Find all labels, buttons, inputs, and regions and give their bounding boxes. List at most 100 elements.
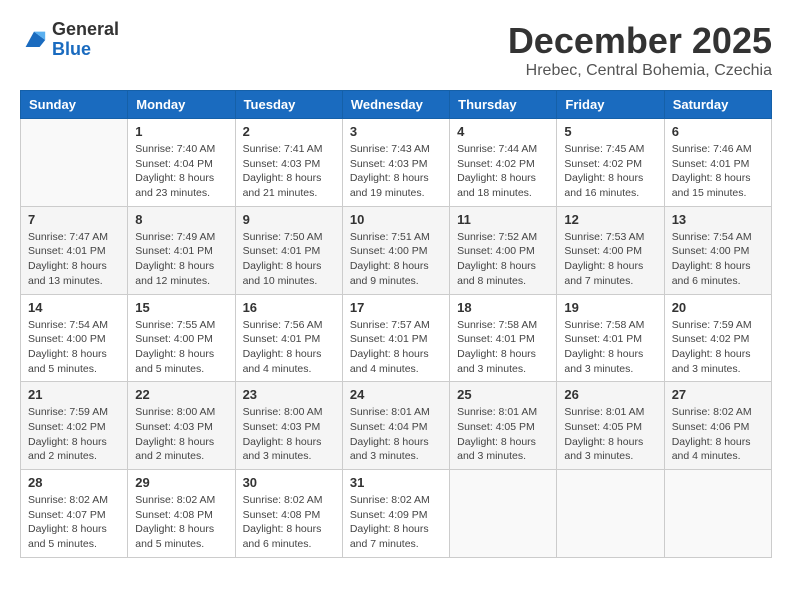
table-row: 25Sunrise: 8:01 AM Sunset: 4:05 PM Dayli… (450, 382, 557, 470)
day-number: 11 (457, 212, 549, 227)
table-row: 6Sunrise: 7:46 AM Sunset: 4:01 PM Daylig… (664, 119, 771, 207)
day-info: Sunrise: 7:59 AM Sunset: 4:02 PM Dayligh… (672, 318, 764, 377)
table-row: 12 Sunrise: 7:53 AM Sunset: 4:00 PM Dayli… (557, 206, 664, 294)
day-number: 20 (672, 300, 764, 315)
day-number: 14 (28, 300, 120, 315)
table-row: 7 Sunrise: 7:47 AM Sunset: 4:01 PM Daylig… (21, 206, 128, 294)
day-info: Sunrise: 7:43 AM Sunset: 4:03 PM Dayligh… (350, 142, 442, 201)
page-header: General Blue December 2025 Hrebec, Centr… (20, 20, 772, 80)
month-title: December 2025 (508, 20, 772, 62)
col-thursday: Thursday (450, 91, 557, 119)
day-number: 7 (28, 212, 120, 227)
calendar-week-row: 7 Sunrise: 7:47 AM Sunset: 4:01 PM Daylig… (21, 206, 772, 294)
day-info: Sunrise: 8:02 AM Sunset: 4:08 PM Dayligh… (135, 493, 227, 552)
logo-blue: Blue (52, 40, 119, 60)
day-number: 1 (135, 124, 227, 139)
table-row (21, 119, 128, 207)
day-number: 17 (350, 300, 442, 315)
day-number: 3 (350, 124, 442, 139)
day-info: Sunrise: 7:59 AM Sunset: 4:02 PM Dayligh… (28, 405, 120, 464)
table-row (557, 470, 664, 558)
table-row: 22 Sunrise: 8:00 AM Sunset: 4:03 PM Dayli… (128, 382, 235, 470)
day-info: Sunrise: 7:52 AM Sunset: 4:00 PM Dayligh… (457, 230, 549, 289)
table-row: 10 Sunrise: 7:51 AM Sunset: 4:00 PM Dayli… (342, 206, 449, 294)
table-row: 14Sunrise: 7:54 AM Sunset: 4:00 PM Dayli… (21, 294, 128, 382)
day-number: 6 (672, 124, 764, 139)
location-subtitle: Hrebec, Central Bohemia, Czechia (508, 62, 772, 80)
day-number: 9 (243, 212, 335, 227)
day-info: Sunrise: 8:01 AM Sunset: 4:04 PM Dayligh… (350, 405, 442, 464)
day-info: Sunrise: 8:00 AM Sunset: 4:03 PM Dayligh… (135, 405, 227, 464)
day-number: 19 (564, 300, 656, 315)
day-info: Sunrise: 7:57 AM Sunset: 4:01 PM Dayligh… (350, 318, 442, 377)
col-friday: Friday (557, 91, 664, 119)
day-info: Sunrise: 7:51 AM Sunset: 4:00 PM Dayligh… (350, 230, 442, 289)
day-info: Sunrise: 8:01 AM Sunset: 4:05 PM Dayligh… (564, 405, 656, 464)
logo: General Blue (20, 20, 119, 60)
day-number: 10 (350, 212, 442, 227)
day-info: Sunrise: 8:02 AM Sunset: 4:07 PM Dayligh… (28, 493, 120, 552)
day-info: Sunrise: 7:56 AM Sunset: 4:01 PM Dayligh… (243, 318, 335, 377)
day-info: Sunrise: 8:02 AM Sunset: 4:09 PM Dayligh… (350, 493, 442, 552)
table-row: 17 Sunrise: 7:57 AM Sunset: 4:01 PM Dayli… (342, 294, 449, 382)
table-row: 29 Sunrise: 8:02 AM Sunset: 4:08 PM Dayli… (128, 470, 235, 558)
table-row: 8 Sunrise: 7:49 AM Sunset: 4:01 PM Daylig… (128, 206, 235, 294)
table-row: 1 Sunrise: 7:40 AM Sunset: 4:04 PM Daylig… (128, 119, 235, 207)
day-number: 29 (135, 475, 227, 490)
table-row: 30Sunrise: 8:02 AM Sunset: 4:08 PM Dayli… (235, 470, 342, 558)
day-info: Sunrise: 7:58 AM Sunset: 4:01 PM Dayligh… (457, 318, 549, 377)
logo-general: General (52, 20, 119, 40)
title-block: December 2025 Hrebec, Central Bohemia, C… (508, 20, 772, 80)
day-number: 12 (564, 212, 656, 227)
day-number: 2 (243, 124, 335, 139)
day-info: Sunrise: 7:54 AM Sunset: 4:00 PM Dayligh… (672, 230, 764, 289)
table-row: 31 Sunrise: 8:02 AM Sunset: 4:09 PM Dayli… (342, 470, 449, 558)
day-info: Sunrise: 8:01 AM Sunset: 4:05 PM Dayligh… (457, 405, 549, 464)
calendar-table: Sunday Monday Tuesday Wednesday Thursday… (20, 90, 772, 558)
day-info: Sunrise: 7:55 AM Sunset: 4:00 PM Dayligh… (135, 318, 227, 377)
day-number: 21 (28, 387, 120, 402)
day-number: 18 (457, 300, 549, 315)
table-row: 5Sunrise: 7:45 AM Sunset: 4:02 PM Daylig… (557, 119, 664, 207)
table-row: 2 Sunrise: 7:41 AM Sunset: 4:03 PM Daylig… (235, 119, 342, 207)
day-number: 15 (135, 300, 227, 315)
logo-text: General Blue (52, 20, 119, 60)
calendar-week-row: 14Sunrise: 7:54 AM Sunset: 4:00 PM Dayli… (21, 294, 772, 382)
table-row: 13 Sunrise: 7:54 AM Sunset: 4:00 PM Dayli… (664, 206, 771, 294)
day-info: Sunrise: 7:45 AM Sunset: 4:02 PM Dayligh… (564, 142, 656, 201)
table-row: 15 Sunrise: 7:55 AM Sunset: 4:00 PM Dayli… (128, 294, 235, 382)
table-row: 4Sunrise: 7:44 AM Sunset: 4:02 PM Daylig… (450, 119, 557, 207)
calendar-week-row: 28 Sunrise: 8:02 AM Sunset: 4:07 PM Dayli… (21, 470, 772, 558)
table-row: 18 Sunrise: 7:58 AM Sunset: 4:01 PM Dayli… (450, 294, 557, 382)
table-row: 26 Sunrise: 8:01 AM Sunset: 4:05 PM Dayli… (557, 382, 664, 470)
col-sunday: Sunday (21, 91, 128, 119)
calendar-week-row: 21 Sunrise: 7:59 AM Sunset: 4:02 PM Dayli… (21, 382, 772, 470)
col-monday: Monday (128, 91, 235, 119)
table-row: 19 Sunrise: 7:58 AM Sunset: 4:01 PM Dayli… (557, 294, 664, 382)
table-row: 21 Sunrise: 7:59 AM Sunset: 4:02 PM Dayli… (21, 382, 128, 470)
day-number: 26 (564, 387, 656, 402)
day-info: Sunrise: 7:47 AM Sunset: 4:01 PM Dayligh… (28, 230, 120, 289)
day-number: 8 (135, 212, 227, 227)
table-row: 27 Sunrise: 8:02 AM Sunset: 4:06 PM Dayli… (664, 382, 771, 470)
day-number: 27 (672, 387, 764, 402)
day-info: Sunrise: 7:50 AM Sunset: 4:01 PM Dayligh… (243, 230, 335, 289)
day-info: Sunrise: 8:00 AM Sunset: 4:03 PM Dayligh… (243, 405, 335, 464)
day-number: 13 (672, 212, 764, 227)
table-row: 16 Sunrise: 7:56 AM Sunset: 4:01 PM Dayli… (235, 294, 342, 382)
day-number: 28 (28, 475, 120, 490)
day-number: 31 (350, 475, 442, 490)
day-info: Sunrise: 8:02 AM Sunset: 4:08 PM Dayligh… (243, 493, 335, 552)
col-saturday: Saturday (664, 91, 771, 119)
day-info: Sunrise: 7:41 AM Sunset: 4:03 PM Dayligh… (243, 142, 335, 201)
table-row: 3 Sunrise: 7:43 AM Sunset: 4:03 PM Daylig… (342, 119, 449, 207)
table-row: 23Sunrise: 8:00 AM Sunset: 4:03 PM Dayli… (235, 382, 342, 470)
day-info: Sunrise: 7:53 AM Sunset: 4:00 PM Dayligh… (564, 230, 656, 289)
calendar-week-row: 1 Sunrise: 7:40 AM Sunset: 4:04 PM Daylig… (21, 119, 772, 207)
day-number: 16 (243, 300, 335, 315)
day-info: Sunrise: 7:40 AM Sunset: 4:04 PM Dayligh… (135, 142, 227, 201)
day-number: 22 (135, 387, 227, 402)
day-info: Sunrise: 7:49 AM Sunset: 4:01 PM Dayligh… (135, 230, 227, 289)
day-info: Sunrise: 8:02 AM Sunset: 4:06 PM Dayligh… (672, 405, 764, 464)
day-info: Sunrise: 7:58 AM Sunset: 4:01 PM Dayligh… (564, 318, 656, 377)
